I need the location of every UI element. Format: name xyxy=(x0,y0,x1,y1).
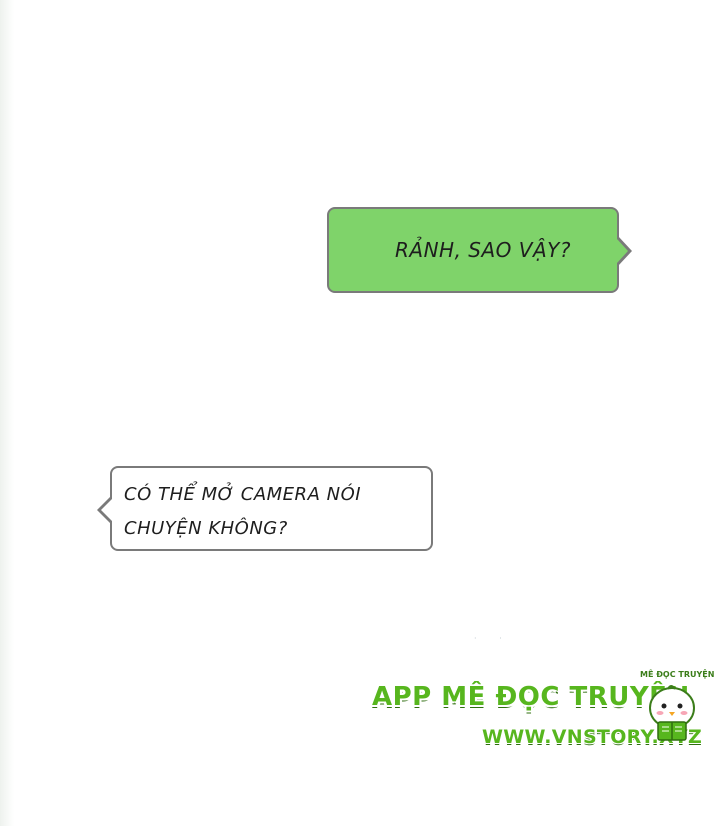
watermark: APP MÊ ĐỌC TRUYỆN WWW.VNSTORY.XYZ MÊ ĐỌC… xyxy=(372,670,714,762)
faint-dots: · · xyxy=(474,634,512,643)
chick-reading-book-icon xyxy=(649,685,695,741)
watermark-title: APP MÊ ĐỌC TRUYỆN xyxy=(372,682,690,712)
watermark-mini-label: MÊ ĐỌC TRUYỆN xyxy=(640,670,715,679)
message-text-line-1: CÓ THỂ MỞ CAMERA NÓI xyxy=(124,484,362,505)
bubble-tail xyxy=(101,499,112,521)
left-edge-shadow xyxy=(0,0,14,826)
message-text: RẢNH, SAO VẬY? xyxy=(395,238,571,262)
message-text-line-2: CHUYỆN KHÔNG? xyxy=(124,518,288,539)
bubble-tail xyxy=(617,239,628,263)
message-bubble-sent: RẢNH, SAO VẬY? xyxy=(327,207,619,293)
message-bubble-received: CÓ THỂ MỞ CAMERA NÓI CHUYỆN KHÔNG? xyxy=(110,466,433,551)
